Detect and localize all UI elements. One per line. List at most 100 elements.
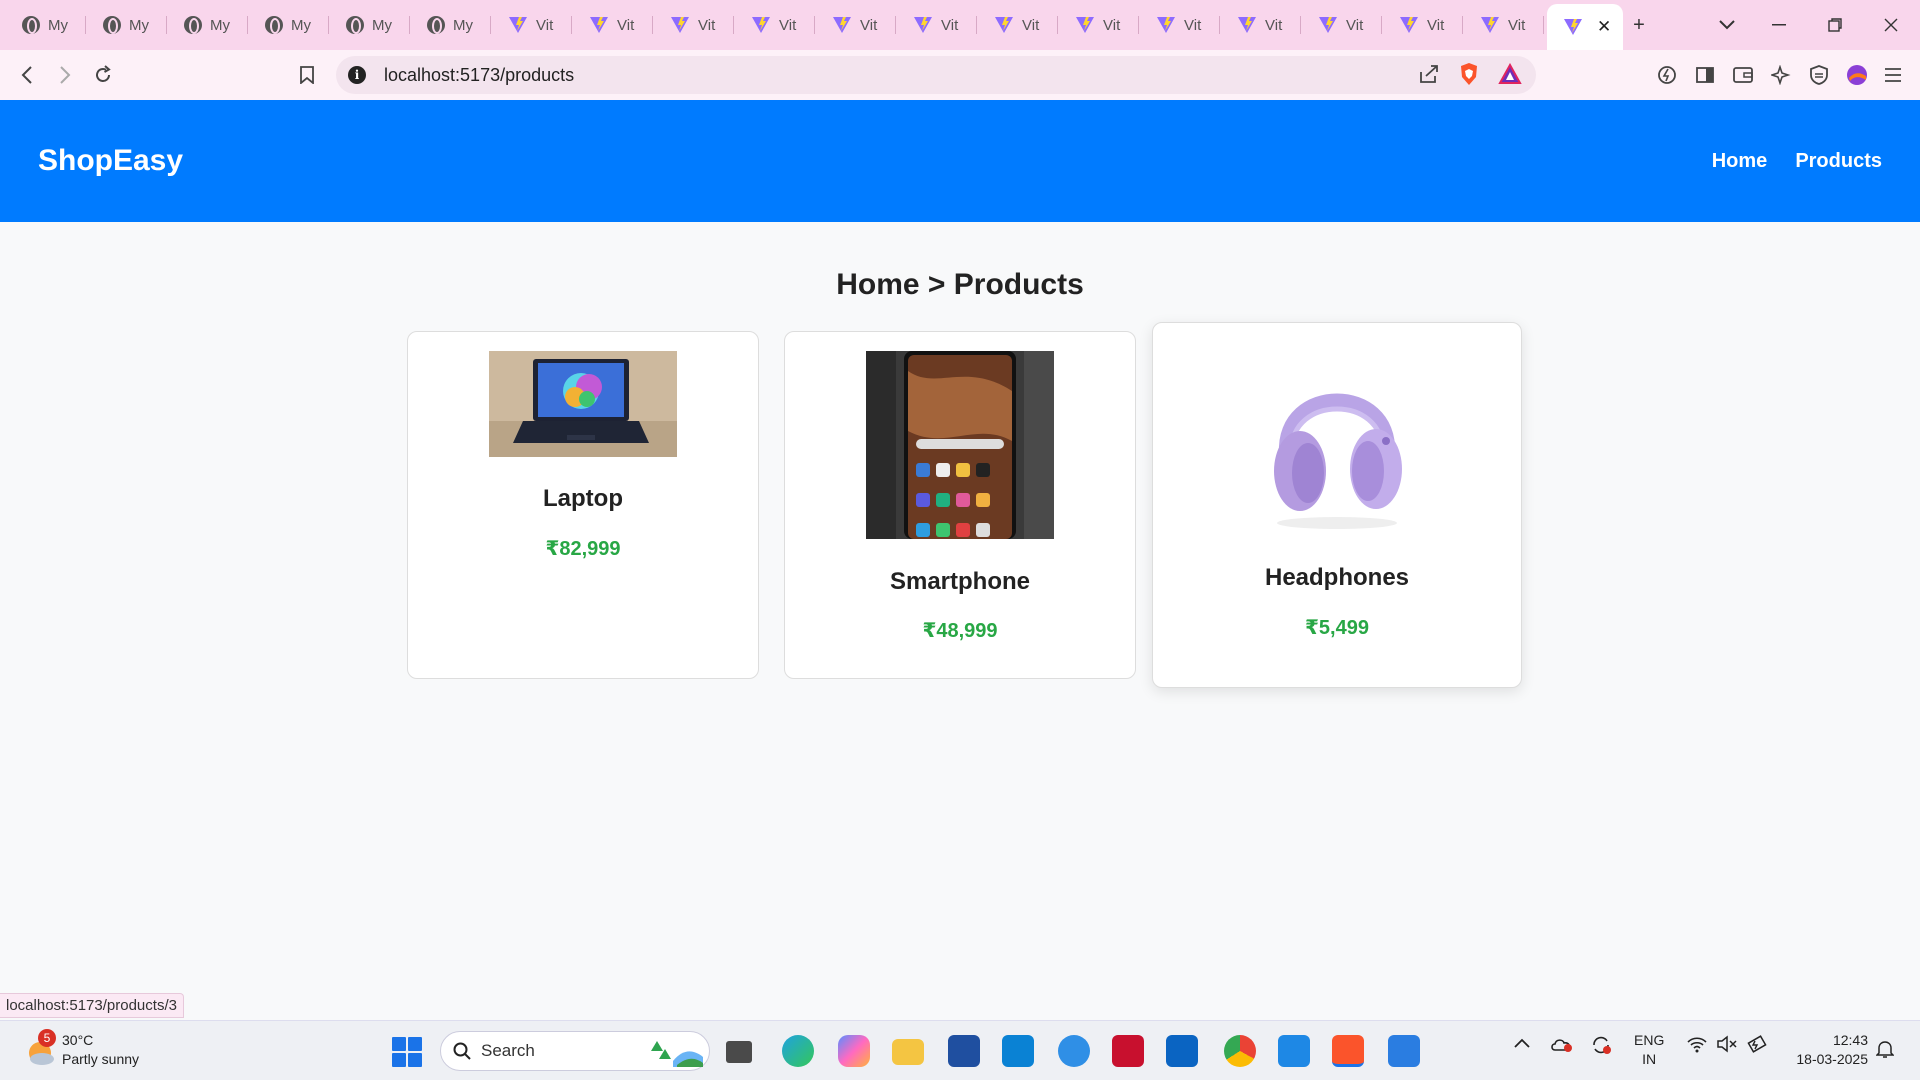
product-image-smartphone[interactable] xyxy=(866,351,1054,539)
browser-tab-title: Vit xyxy=(698,16,716,34)
mcafee-icon[interactable] xyxy=(1112,1035,1144,1067)
site-brand[interactable]: ShopEasy xyxy=(38,144,183,178)
tab-separator xyxy=(1543,16,1544,34)
weather-widget[interactable]: 5 30°C Partly sunny xyxy=(24,1029,139,1069)
vite-icon xyxy=(508,16,528,34)
tab-separator xyxy=(571,16,572,34)
product-image-headphones[interactable] xyxy=(1238,343,1436,541)
menu-button[interactable] xyxy=(1878,60,1908,90)
minimize-button[interactable] xyxy=(1764,10,1794,40)
tab-separator xyxy=(976,16,977,34)
browser-tab[interactable]: Vit xyxy=(654,6,734,44)
browser-tab[interactable]: Vit xyxy=(735,6,815,44)
browser-tab[interactable]: Vit xyxy=(978,6,1058,44)
weather-text: 30°C Partly sunny xyxy=(62,1031,139,1069)
sidebar-toggle-button[interactable] xyxy=(1690,60,1720,90)
task-view-icon[interactable] xyxy=(726,1041,752,1063)
browser-tab[interactable]: Vit xyxy=(1383,6,1463,44)
leo-button[interactable] xyxy=(1652,60,1682,90)
vscode-icon[interactable] xyxy=(1278,1035,1310,1067)
lang-region: IN xyxy=(1642,1051,1657,1067)
tab-separator xyxy=(1138,16,1139,34)
onedrive-icon[interactable] xyxy=(1550,1035,1574,1057)
myhp-icon[interactable] xyxy=(1002,1035,1034,1067)
site-info-icon[interactable]: i xyxy=(348,66,366,84)
brave-rewards-icon[interactable] xyxy=(1498,63,1522,85)
browser-tab[interactable]: Vit xyxy=(1221,6,1301,44)
file-explorer-icon[interactable] xyxy=(892,1039,924,1065)
back-button[interactable] xyxy=(12,60,42,90)
close-window-button[interactable] xyxy=(1876,10,1906,40)
browser-tab[interactable]: Vit xyxy=(1059,6,1139,44)
browser-tab[interactable]: Vit xyxy=(573,6,653,44)
sync-icon[interactable] xyxy=(1590,1035,1612,1059)
taskbar-search[interactable]: Search xyxy=(440,1031,710,1071)
photos-icon[interactable] xyxy=(1388,1035,1420,1067)
start-button[interactable] xyxy=(392,1037,422,1067)
browser-tab-active[interactable]: ✕ xyxy=(1547,4,1623,50)
tab-search-dropdown[interactable] xyxy=(1712,10,1742,40)
chevron-down-icon xyxy=(1719,20,1735,30)
browser-tab[interactable]: My xyxy=(6,6,86,44)
globe-icon xyxy=(22,16,40,34)
brave-shields-icon[interactable] xyxy=(1458,62,1480,86)
weather-sun-icon: 5 xyxy=(24,1029,56,1065)
address-bar[interactable]: i localhost:5173/products xyxy=(336,56,1536,94)
browser-tab[interactable]: Vit xyxy=(897,6,977,44)
forward-button[interactable] xyxy=(50,60,80,90)
edge-icon[interactable] xyxy=(782,1035,814,1067)
vpn-button[interactable] xyxy=(1804,60,1834,90)
notifications-bell-icon[interactable] xyxy=(1875,1039,1895,1063)
ai-button[interactable] xyxy=(1766,60,1796,90)
product-name-headphones: Headphones xyxy=(1264,564,1410,591)
language-indicator[interactable]: ENG IN xyxy=(1634,1031,1664,1069)
brave-browser-icon[interactable] xyxy=(1332,1035,1364,1067)
browser-tab[interactable]: My xyxy=(249,6,329,44)
browser-tab[interactable]: Vit xyxy=(816,6,896,44)
browser-tab[interactable]: Vit xyxy=(1140,6,1220,44)
clock-date: 18-03-2025 xyxy=(1796,1051,1868,1067)
browser-tab-title: Vit xyxy=(779,16,797,34)
help-icon[interactable] xyxy=(1058,1035,1090,1067)
taskbar-clock[interactable]: 12:43 18-03-2025 xyxy=(1796,1031,1868,1069)
globe-icon xyxy=(265,16,283,34)
recycle-highlight-icon xyxy=(651,1041,703,1067)
nav-link-products[interactable]: Products xyxy=(1795,150,1882,173)
tab-separator xyxy=(328,16,329,34)
browser-tab[interactable]: My xyxy=(330,6,410,44)
link-status-bar: localhost:5173/products/3 xyxy=(0,993,184,1018)
browser-tab-title: Vit xyxy=(1184,16,1202,34)
microsoft-store-icon[interactable] xyxy=(948,1035,980,1067)
battery-charging-icon[interactable] xyxy=(1746,1035,1768,1057)
browser-tab[interactable]: My xyxy=(87,6,167,44)
browser-tab[interactable]: My xyxy=(168,6,248,44)
browser-tab-title: My xyxy=(129,16,149,34)
browser-tab[interactable]: Vit xyxy=(492,6,572,44)
tray-overflow-icon[interactable] xyxy=(1514,1035,1530,1052)
share-icon[interactable] xyxy=(1418,63,1440,85)
wallet-button[interactable] xyxy=(1728,60,1758,90)
restore-button[interactable] xyxy=(1820,10,1850,40)
volume-muted-icon[interactable] xyxy=(1716,1035,1738,1057)
nav-link-home[interactable]: Home xyxy=(1712,150,1768,173)
outlook-icon[interactable] xyxy=(1166,1035,1198,1067)
browser-tab[interactable]: Vit xyxy=(1464,6,1544,44)
close-tab-button[interactable]: ✕ xyxy=(1597,17,1611,37)
bookmark-button[interactable] xyxy=(292,60,322,90)
wifi-icon[interactable] xyxy=(1686,1035,1708,1057)
chrome-icon[interactable] xyxy=(1224,1035,1256,1067)
reload-button[interactable] xyxy=(88,60,118,90)
address-url[interactable]: localhost:5173/products xyxy=(384,65,574,86)
product-card-headphones[interactable]: Headphones ₹5,499 xyxy=(1152,322,1522,688)
product-card-laptop[interactable]: Laptop ₹82,999 xyxy=(407,331,759,679)
tab-separator xyxy=(814,16,815,34)
browser-tab[interactable]: My xyxy=(411,6,491,44)
profile-button[interactable] xyxy=(1842,60,1872,90)
product-card-smartphone[interactable]: Smartphone ₹48,999 xyxy=(784,331,1136,679)
copilot-icon[interactable] xyxy=(838,1035,870,1067)
browser-toolbar: i localhost:5173/products xyxy=(0,50,1920,100)
product-image-laptop[interactable] xyxy=(489,351,677,457)
new-tab-button[interactable]: + xyxy=(1624,10,1654,40)
browser-tab-title: Vit xyxy=(1103,16,1121,34)
browser-tab[interactable]: Vit xyxy=(1302,6,1382,44)
